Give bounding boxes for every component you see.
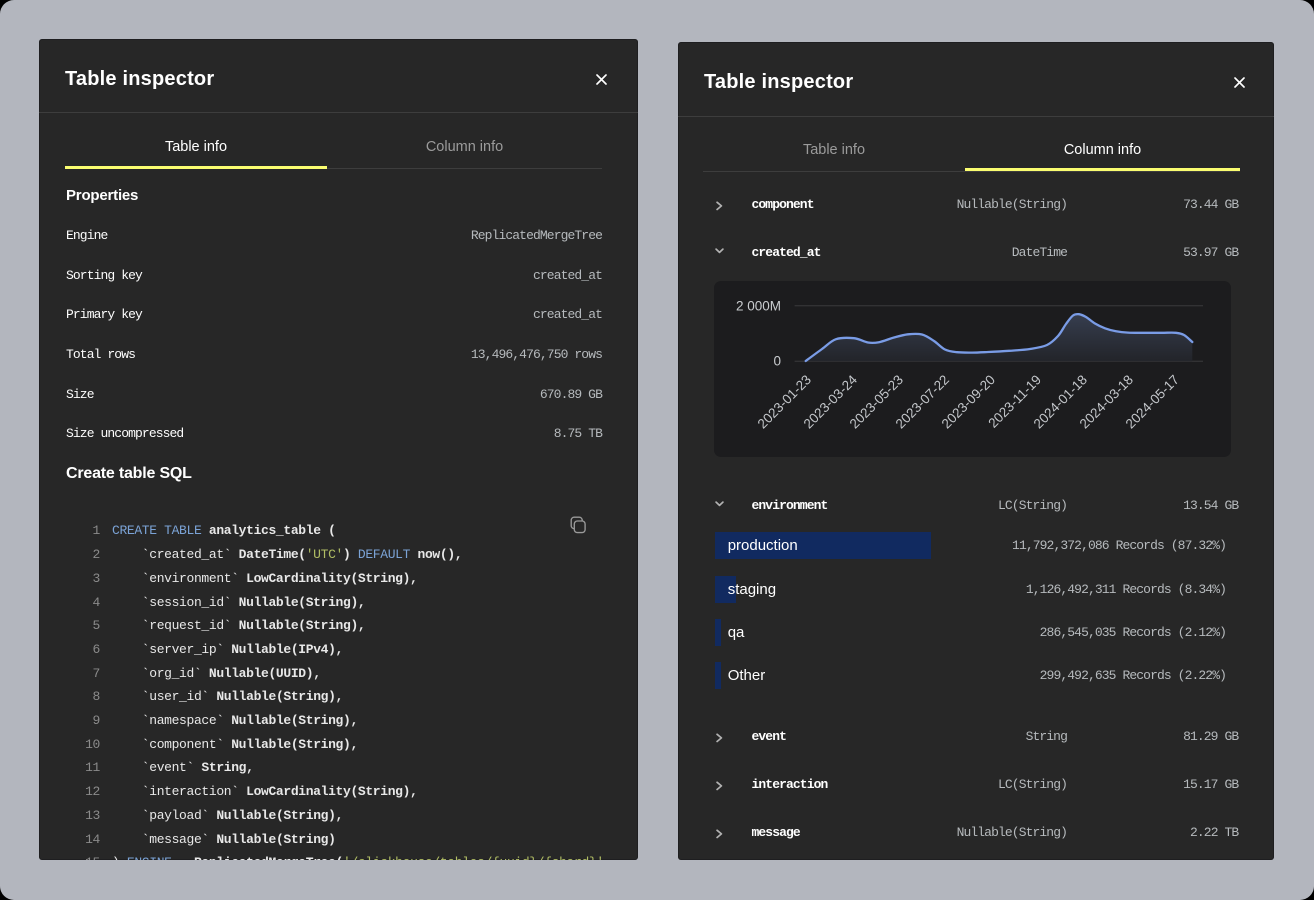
svg-text:0: 0 [773, 353, 781, 368]
svg-text:2 000M: 2 000M [736, 298, 781, 313]
